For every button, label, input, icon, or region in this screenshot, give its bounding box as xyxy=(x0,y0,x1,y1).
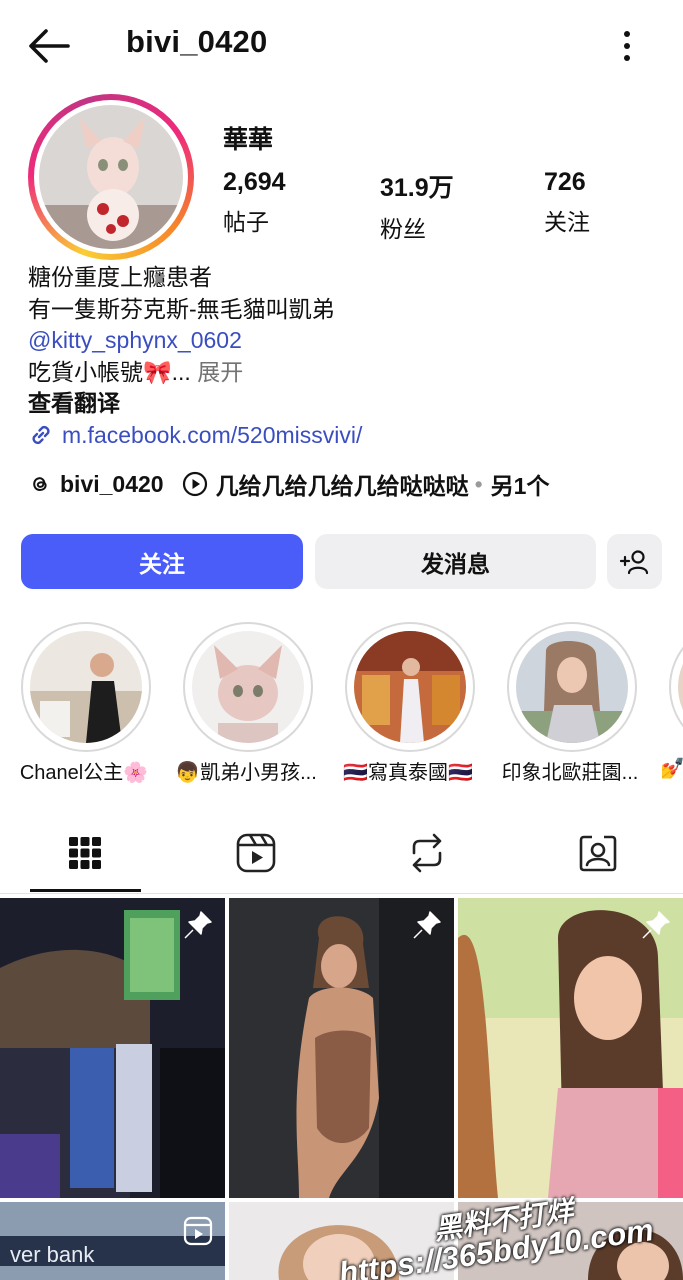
post-tile[interactable] xyxy=(229,898,454,1198)
tagged-person-icon xyxy=(579,835,617,872)
link-chain-icon xyxy=(32,426,50,445)
bio-last-line: 吃貨小帳號🎀... 展开 xyxy=(28,357,668,389)
tab-grid[interactable] xyxy=(0,812,170,894)
threads-icon xyxy=(33,477,47,492)
pinned-icon xyxy=(413,911,441,939)
highlight-cover xyxy=(516,631,628,743)
following-count: 726 xyxy=(544,168,586,196)
highlight-cover xyxy=(678,631,683,743)
post-tile[interactable] xyxy=(0,898,225,1198)
followers-count: 31.9万 xyxy=(380,174,454,202)
story-highlight[interactable] xyxy=(183,622,313,752)
active-tab-indicator xyxy=(30,889,141,892)
bio-line: 吃貨小帳號🎀... xyxy=(28,358,191,385)
more-options-button[interactable] xyxy=(610,26,644,66)
highlight-label: Chanel公主🌸 xyxy=(19,762,149,784)
separator-dot: • xyxy=(474,470,483,497)
posts-count: 2,694 xyxy=(223,168,286,196)
external-link[interactable]: m.facebook.com/520missvivi/ xyxy=(28,420,668,452)
pinned-icon xyxy=(184,911,212,939)
highlight-cover xyxy=(192,631,304,743)
back-button[interactable] xyxy=(26,26,72,66)
highlight-label: 印象北歐莊園... xyxy=(501,762,639,784)
post-tile[interactable]: ver bank xyxy=(0,1202,225,1280)
highlight-label: 💅 xyxy=(660,758,683,780)
highlight-label: 🇹🇭寫真泰國🇹🇭 xyxy=(343,762,473,784)
post-thumbnail xyxy=(0,898,225,1198)
kebab-vertical-icon xyxy=(624,31,630,61)
suggest-user-button[interactable] xyxy=(607,534,662,589)
highlight-cover xyxy=(30,631,142,743)
post-thumbnail xyxy=(458,898,683,1198)
external-link-text: m.facebook.com/520missvivi/ xyxy=(62,421,363,448)
story-highlight[interactable] xyxy=(21,622,151,752)
posts-stat[interactable]: 2,694 帖子 xyxy=(223,168,286,237)
bio-line: 有一隻斯芬克斯-無毛貓叫凱弟 xyxy=(28,295,335,322)
music-badge[interactable]: 几给几给几给几给哒哒哒 xyxy=(182,467,469,501)
bio-line: 糖份重度上癮患者 xyxy=(28,264,212,290)
play-circle-icon xyxy=(182,471,207,497)
pinned-icon xyxy=(642,911,670,939)
post-thumbnail xyxy=(229,898,454,1198)
bio-expand-link[interactable]: 展开 xyxy=(197,359,243,385)
reel-icon xyxy=(183,1216,213,1246)
bio-mention-link[interactable]: @kitty_sphynx_0602 xyxy=(28,325,668,357)
tab-tagged[interactable] xyxy=(513,812,683,894)
highlight-cover xyxy=(354,631,466,743)
svg-text:ver bank: ver bank xyxy=(10,1242,95,1267)
threads-badge[interactable]: bivi_0420 xyxy=(28,471,164,498)
posts-label: 帖子 xyxy=(223,209,269,235)
profile-username-title: bivi_0420 xyxy=(126,24,268,59)
threads-music-row: bivi_0420 几给几给几给几给哒哒哒 • 另1个 xyxy=(28,467,549,501)
story-highlight[interactable] xyxy=(507,622,637,752)
follow-button[interactable]: 关注 xyxy=(21,534,303,589)
following-stat[interactable]: 726 关注 xyxy=(544,168,590,237)
story-highlight[interactable] xyxy=(345,622,475,752)
more-count-link[interactable]: 另1个 xyxy=(491,467,550,501)
highlight-label: 👦凱弟小男孩... xyxy=(175,762,317,784)
tab-reels[interactable] xyxy=(171,812,341,894)
music-title: 几给几给几给几给哒哒哒 xyxy=(215,473,469,499)
avatar-image xyxy=(39,105,183,249)
profile-display-name: 華華 xyxy=(223,126,274,154)
arrow-left-icon xyxy=(29,29,70,63)
see-translation-link[interactable]: 查看翻译 xyxy=(28,388,668,420)
add-user-icon xyxy=(619,549,648,574)
top-bar: bivi_0420 xyxy=(0,0,683,92)
profile-bio: 糖份重度上癮患者 有一隻斯芬克斯-無毛貓叫凱弟 @kitty_sphynx_06… xyxy=(28,262,668,451)
story-highlight[interactable] xyxy=(669,622,683,752)
threads-handle: bivi_0420 xyxy=(60,470,164,497)
following-label: 关注 xyxy=(544,209,590,235)
message-button[interactable]: 发消息 xyxy=(315,534,596,589)
grid-icon xyxy=(69,837,101,869)
post-tile[interactable] xyxy=(458,898,683,1198)
tab-reposts[interactable] xyxy=(342,812,512,894)
followers-label: 粉丝 xyxy=(380,216,426,242)
profile-tabs xyxy=(0,812,683,894)
profile-avatar[interactable] xyxy=(28,94,194,260)
repost-icon xyxy=(412,833,442,873)
followers-stat[interactable]: 31.9万 粉丝 xyxy=(380,168,454,244)
reels-icon xyxy=(236,833,276,873)
